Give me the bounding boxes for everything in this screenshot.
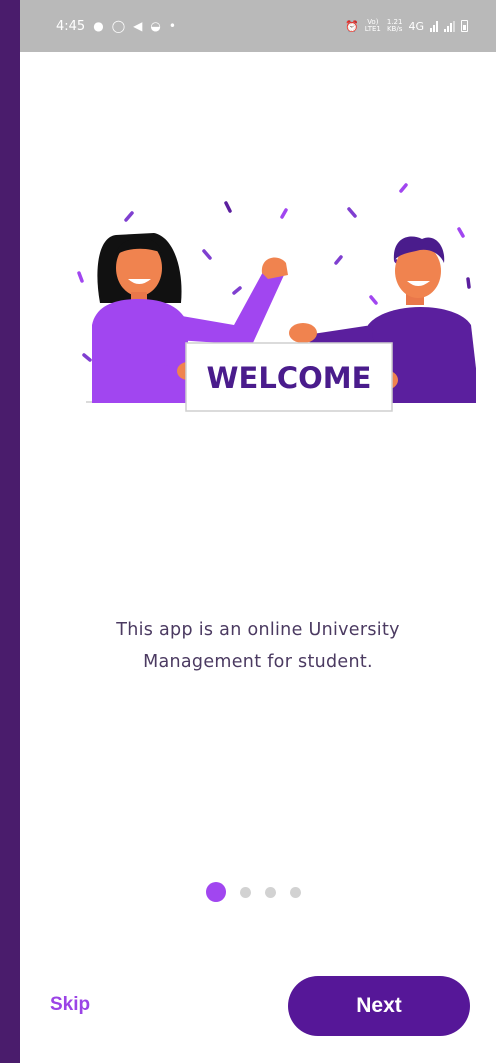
welcome-sign-text: WELCOME <box>207 361 372 395</box>
device-frame: 4:45 ● ◯ ◀ ◒ • ⏰ Vo) LTE1 1.21 KB/s 4G W… <box>0 0 496 1063</box>
signal-2-icon <box>444 20 455 32</box>
app-screen: 4:45 ● ◯ ◀ ◒ • ⏰ Vo) LTE1 1.21 KB/s 4G W… <box>20 0 496 1063</box>
app-icon: ◒ <box>150 19 161 33</box>
status-right: ⏰ Vo) LTE1 1.21 KB/s 4G <box>345 19 468 33</box>
page-dot-active <box>206 882 226 902</box>
lte-label: LTE1 <box>364 25 381 33</box>
welcome-illustration: WELCOME <box>77 183 476 412</box>
page-indicator <box>206 882 301 902</box>
battery-icon <box>461 20 468 32</box>
chat-icon: ● <box>93 19 104 33</box>
dot-icon: • <box>168 19 176 33</box>
status-time: 4:45 <box>56 18 86 34</box>
signal-icon <box>430 20 438 32</box>
volte-indicator: Vo) LTE1 <box>365 19 381 33</box>
description-line-1: This app is an online University <box>116 620 400 640</box>
speed-unit: KB/s <box>386 25 403 33</box>
network-type: 4G <box>408 19 424 33</box>
onboarding-description: This app is an online University Managem… <box>40 614 476 678</box>
network-speed: 1.21 KB/s <box>387 19 403 33</box>
telegram-icon: ◀ <box>133 19 143 33</box>
page-dot <box>290 886 301 898</box>
next-button[interactable]: Next <box>288 976 470 1036</box>
page-dot <box>265 886 276 898</box>
whatsapp-icon: ◯ <box>111 19 126 33</box>
description-line-2: Management for student. <box>143 652 373 672</box>
skip-button[interactable]: Skip <box>50 994 90 1016</box>
page-dot <box>240 886 251 898</box>
alarm-icon: ⏰ <box>345 19 359 33</box>
status-left: 4:45 ● ◯ ◀ ◒ • <box>56 19 176 34</box>
status-bar: 4:45 ● ◯ ◀ ◒ • ⏰ Vo) LTE1 1.21 KB/s 4G <box>20 0 496 52</box>
